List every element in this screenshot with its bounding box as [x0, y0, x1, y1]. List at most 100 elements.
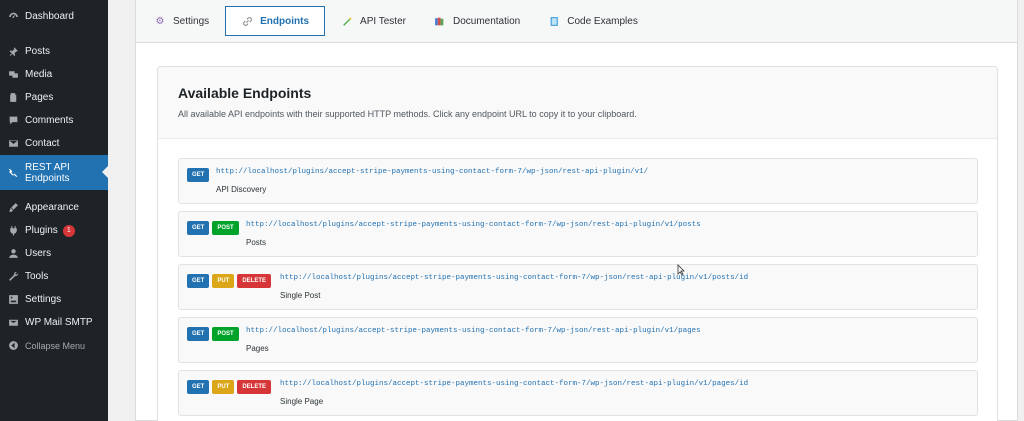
method-badge-put: PUT: [212, 380, 235, 394]
tab-label: Documentation: [452, 15, 521, 27]
endpoint-name: Pages: [246, 344, 269, 353]
sidebar-item-comments[interactable]: Comments: [0, 109, 108, 132]
endpoint-url[interactable]: http://localhost/plugins/accept-stripe-p…: [246, 221, 701, 229]
wand-icon: [341, 15, 353, 27]
endpoint-url[interactable]: http://localhost/plugins/accept-stripe-p…: [216, 168, 648, 176]
sidebar-item-label: Users: [25, 248, 52, 259]
tab-code-examples[interactable]: Code Examples: [536, 0, 650, 42]
endpoint-item: GET PUT DELETE http://localhost/plugins/…: [178, 264, 978, 310]
tab-label: Endpoints: [260, 15, 310, 27]
sidebar-item-posts[interactable]: Posts: [0, 40, 108, 63]
update-count-badge: 1: [62, 224, 75, 237]
method-badge-delete: DELETE: [237, 274, 272, 288]
card-description: All available API endpoints with their s…: [178, 109, 637, 119]
method-badges: GET POST: [187, 327, 239, 341]
collapse-icon: [7, 340, 19, 352]
sidebar-item-contact[interactable]: Contact: [0, 132, 108, 155]
tab-label: Code Examples: [567, 15, 638, 27]
code-book-icon: [548, 15, 560, 27]
sidebar-item-dashboard[interactable]: Dashboard: [0, 4, 108, 28]
tab-settings[interactable]: ⚙ Settings: [142, 0, 221, 42]
pin-icon: [7, 46, 19, 58]
sidebar-item-plugins[interactable]: Plugins 1: [0, 219, 108, 242]
sidebar-item-label: Contact: [25, 138, 60, 149]
tab-label: API Tester: [360, 15, 406, 27]
endpoint-name: Single Page: [280, 397, 324, 406]
sidebar-item-label-line1: REST API: [25, 161, 70, 173]
method-badge-get: GET: [187, 168, 210, 182]
menu-separator: [0, 28, 108, 40]
pages-icon: [7, 92, 19, 104]
method-badges: GET POST: [187, 221, 239, 235]
method-badge-delete: DELETE: [237, 380, 272, 394]
endpoint-item: GET POST http://localhost/plugins/accept…: [178, 211, 978, 257]
method-badge-get: GET: [187, 274, 210, 288]
endpoint-url[interactable]: http://localhost/plugins/accept-stripe-p…: [246, 327, 701, 335]
endpoint-item: GET POST http://localhost/plugins/accept…: [178, 317, 978, 363]
method-badges: GET PUT DELETE: [187, 380, 272, 394]
sidebar-item-label: Plugins: [25, 225, 58, 236]
sidebar-item-wp-mail-smtp[interactable]: WP Mail SMTP: [0, 311, 108, 334]
sidebar-item-pages[interactable]: Pages: [0, 86, 108, 109]
sidebar-item-label: Comments: [25, 115, 74, 126]
sidebar-item-label: WP Mail SMTP: [25, 317, 93, 328]
sidebar-item-rest-api-endpoints[interactable]: REST API Endpoints: [0, 155, 108, 190]
admin-sidebar: Dashboard Posts Media Pages Comments Con…: [0, 0, 108, 421]
method-badges: GET PUT DELETE: [187, 274, 272, 288]
media-icon: [7, 69, 19, 81]
collapse-menu-button[interactable]: Collapse Menu: [0, 334, 108, 357]
sidebar-item-label: Posts: [25, 46, 51, 57]
endpoint-name: Single Post: [280, 291, 321, 300]
mail-smtp-icon: [7, 317, 19, 329]
method-badge-get: GET: [187, 221, 210, 235]
sidebar-item-appearance[interactable]: Appearance: [0, 196, 108, 219]
sidebar-item-label-line2: Endpoints: [25, 172, 70, 184]
endpoints-card: Available Endpoints All available API en…: [157, 66, 998, 421]
tab-bar: ⚙ Settings Endpoints API Tester Document…: [136, 0, 1017, 43]
tab-endpoints[interactable]: Endpoints: [225, 6, 326, 36]
mouse-cursor-icon: [677, 264, 685, 276]
link-icon: [241, 15, 253, 27]
sidebar-item-settings[interactable]: Settings: [0, 288, 108, 311]
sidebar-item-label: Dashboard: [25, 10, 74, 22]
tab-documentation[interactable]: Documentation: [422, 0, 532, 42]
books-icon: [434, 15, 446, 27]
sidebar-item-label: Appearance: [25, 202, 79, 213]
rest-api-icon: [7, 167, 19, 179]
plugin-icon: [7, 225, 19, 237]
method-badge-get: GET: [187, 327, 210, 341]
users-icon: [7, 248, 19, 260]
endpoint-item: GET PUT DELETE http://localhost/plugins/…: [178, 370, 978, 416]
method-badge-put: PUT: [212, 274, 235, 288]
sidebar-item-label: Collapse Menu: [25, 340, 86, 351]
method-badge-get: GET: [187, 380, 210, 394]
card-header: Available Endpoints All available API en…: [158, 67, 997, 139]
tab-label: Settings: [173, 15, 210, 27]
sidebar-item-label: Tools: [25, 271, 49, 282]
comment-icon: [7, 115, 19, 127]
sidebar-item-label: Pages: [25, 92, 54, 103]
sidebar-item-tools[interactable]: Tools: [0, 265, 108, 288]
gear-icon: ⚙: [155, 15, 165, 27]
plugin-main-panel: ⚙ Settings Endpoints API Tester Document…: [135, 0, 1018, 421]
sidebar-item-label: Media: [25, 69, 53, 80]
sidebar-item-label: REST API Endpoints: [25, 162, 70, 184]
settings-icon: [7, 294, 19, 306]
sidebar-item-users[interactable]: Users: [0, 242, 108, 265]
tab-api-tester[interactable]: API Tester: [329, 0, 418, 42]
page-title: Available Endpoints: [178, 85, 312, 101]
endpoint-item: GET http://localhost/plugins/accept-stri…: [178, 158, 978, 204]
dashboard-icon: [7, 10, 19, 22]
mail-icon: [7, 138, 19, 150]
endpoint-name: API Discovery: [216, 185, 267, 194]
endpoint-url[interactable]: http://localhost/plugins/accept-stripe-p…: [280, 380, 748, 388]
sidebar-item-label: Settings: [25, 294, 62, 305]
endpoint-name: Posts: [246, 238, 267, 247]
method-badge-post: POST: [212, 221, 239, 235]
wrench-icon: [7, 271, 19, 283]
method-badges: GET: [187, 168, 210, 182]
brush-icon: [7, 202, 19, 214]
admin-menu: Dashboard Posts Media Pages Comments Con…: [0, 4, 108, 357]
method-badge-post: POST: [212, 327, 239, 341]
sidebar-item-media[interactable]: Media: [0, 63, 108, 86]
